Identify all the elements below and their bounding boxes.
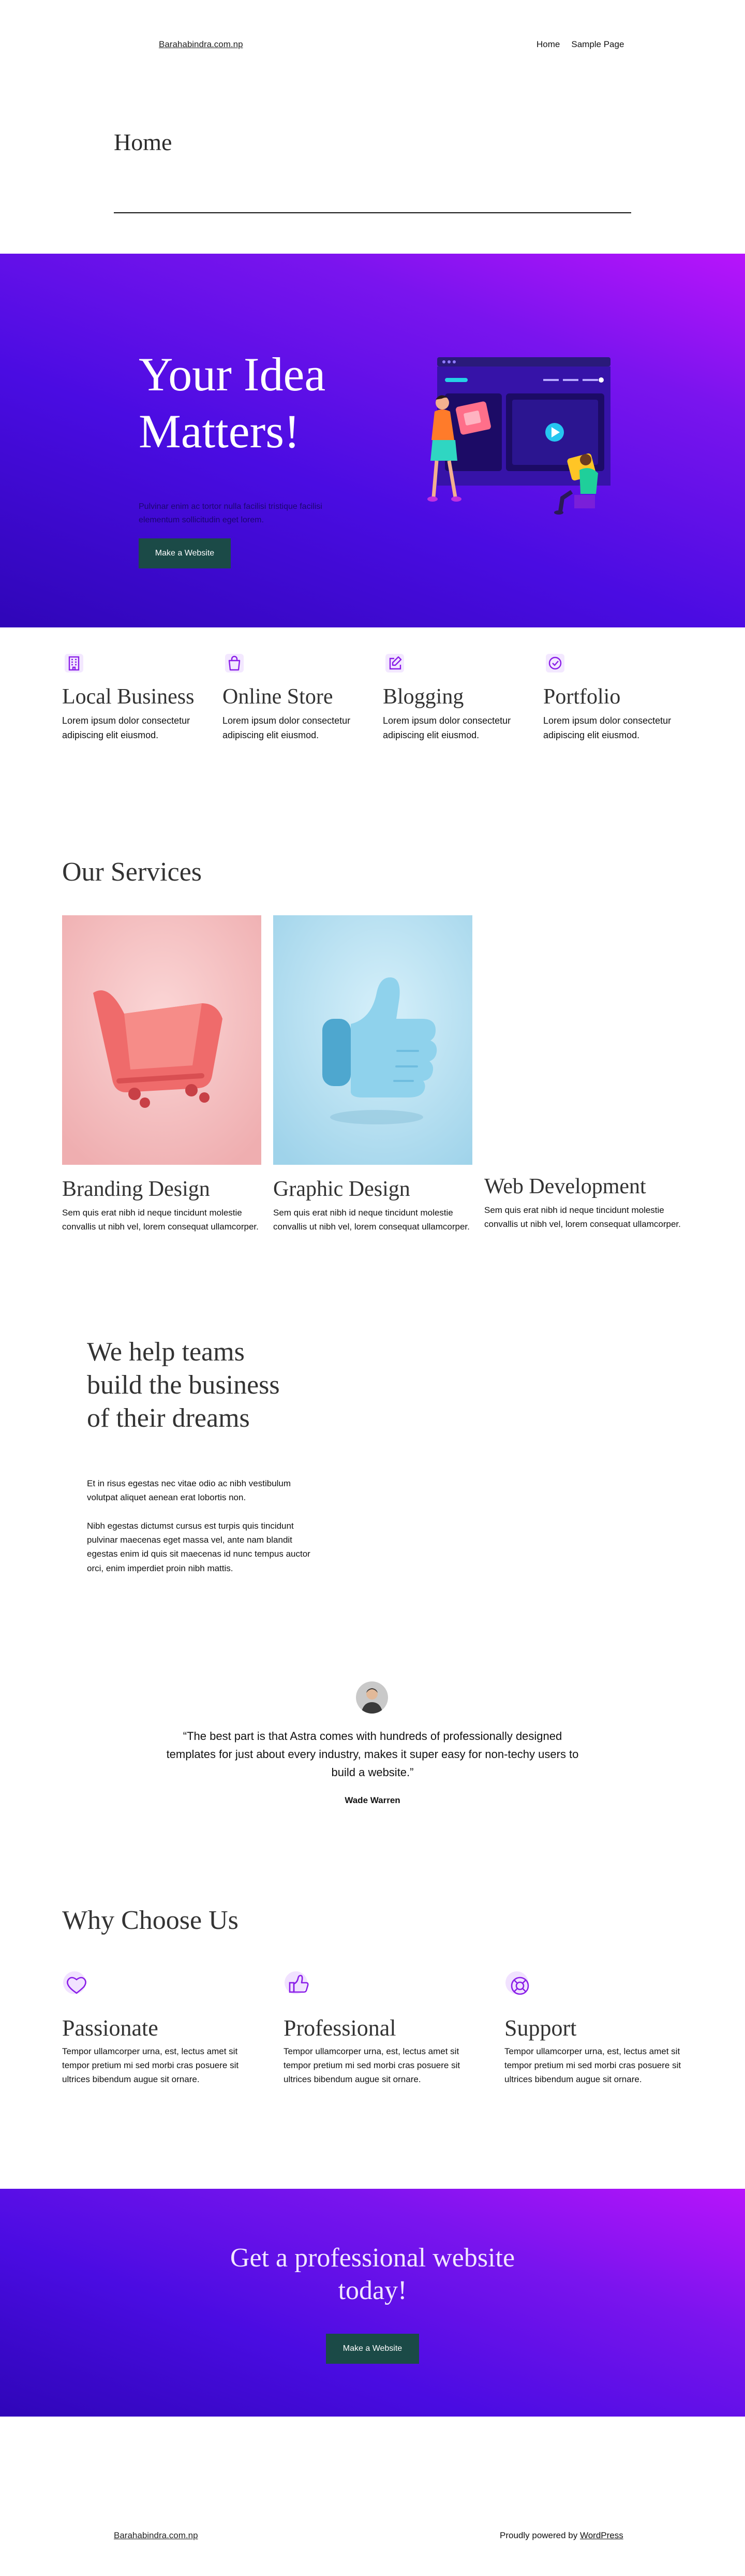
title-divider [114, 212, 631, 213]
help-title: We help teams build the business of thei… [87, 1337, 280, 1433]
service-web-development: Web Development Sem quis erat nibh id ne… [484, 915, 683, 1231]
footer-credit: Proudly powered by WordPress [500, 2530, 623, 2541]
lifebuoy-icon [504, 1970, 533, 1999]
heart-icon [62, 1970, 91, 1999]
why-item-text: Tempor ullamcorper urna, est, lectus ame… [62, 2046, 239, 2085]
feature-local-business: Local Business Lorem ipsum dolor consect… [62, 651, 217, 743]
why-item-title: Passionate [62, 2015, 158, 2041]
feature-blogging: Blogging Lorem ipsum dolor consectetur a… [383, 651, 538, 743]
service-branding-design: Branding Design Sem quis erat nibh id ne… [62, 915, 261, 1234]
help-paragraph: Et in risus egestas nec vitae odio ac ni… [87, 1479, 291, 1503]
service-text: Sem quis erat nibh id neque tincidunt mo… [273, 1208, 470, 1232]
feature-title: Portfolio [543, 685, 621, 709]
testimonial-author: Wade Warren [345, 1795, 400, 1805]
hero-illustration [427, 357, 610, 515]
why-item-text: Tempor ullamcorper urna, est, lectus ame… [284, 2046, 460, 2085]
hero-text: Pulvinar enim ac tortor nulla facilisi t… [139, 502, 322, 525]
feature-portfolio: Portfolio Lorem ipsum dolor consectetur … [543, 651, 698, 743]
feature-title: Blogging [383, 685, 464, 709]
services-title: Our Services [62, 857, 202, 887]
edit-icon [383, 651, 407, 675]
wordpress-link[interactable]: WordPress [580, 2530, 623, 2540]
hero-title: Your Idea Matters! [139, 348, 326, 458]
site-title-link[interactable]: Barahabindra.com.np [159, 39, 243, 50]
why-passionate: Passionate Tempor ullamcorper urna, est,… [62, 1970, 241, 2087]
feature-text: Lorem ipsum dolor consectetur adipiscing… [383, 715, 511, 741]
feature-title: Local Business [62, 685, 195, 709]
thumbs-up-3d-image [273, 915, 472, 1165]
cta-make-website-button[interactable]: Make a Website [326, 2334, 419, 2364]
footer-credit-prefix: Proudly powered by [500, 2530, 580, 2540]
why-support: Support Tempor ullamcorper urna, est, le… [504, 1970, 683, 2087]
shopping-bag-icon [222, 651, 246, 675]
hero-make-website-button[interactable]: Make a Website [139, 538, 231, 568]
why-item-title: Professional [284, 2015, 396, 2041]
help-paragraph: Nibh egestas dictumst cursus est turpis … [87, 1521, 310, 1573]
primary-nav: Home Sample Page [537, 39, 624, 50]
building-icon [62, 651, 86, 675]
feature-text: Lorem ipsum dolor consectetur adipiscing… [222, 715, 351, 741]
why-item-text: Tempor ullamcorper urna, est, lectus ame… [504, 2046, 681, 2085]
nav-sample-page[interactable]: Sample Page [571, 39, 624, 50]
feature-online-store: Online Store Lorem ipsum dolor consectet… [222, 651, 378, 743]
avatar [356, 1681, 388, 1714]
why-title: Why Choose Us [62, 1906, 239, 1935]
service-title: Graphic Design [273, 1177, 410, 1201]
service-image-placeholder [484, 915, 683, 1165]
service-text: Sem quis erat nibh id neque tincidunt mo… [484, 1205, 681, 1230]
footer-site-title-link[interactable]: Barahabindra.com.np [114, 2530, 198, 2541]
check-circle-icon [543, 651, 567, 675]
service-graphic-design: Graphic Design Sem quis erat nibh id neq… [273, 915, 472, 1234]
service-text: Sem quis erat nibh id neque tincidunt mo… [62, 1208, 259, 1232]
service-title: Branding Design [62, 1177, 210, 1201]
feature-text: Lorem ipsum dolor consectetur adipiscing… [543, 715, 672, 741]
service-title: Web Development [484, 1175, 646, 1198]
why-item-title: Support [504, 2015, 577, 2041]
nav-home[interactable]: Home [537, 39, 560, 50]
feature-title: Online Store [222, 685, 333, 709]
page-title: Home [114, 129, 172, 155]
why-professional: Professional Tempor ullamcorper urna, es… [284, 1970, 462, 2087]
thumbs-up-icon [284, 1970, 312, 1999]
shopping-cart-3d-image [62, 915, 261, 1165]
cta-title: Get a professional website today! [230, 2243, 515, 2306]
testimonial-quote: “The best part is that Astra comes with … [166, 1730, 579, 1779]
feature-text: Lorem ipsum dolor consectetur adipiscing… [62, 715, 190, 741]
